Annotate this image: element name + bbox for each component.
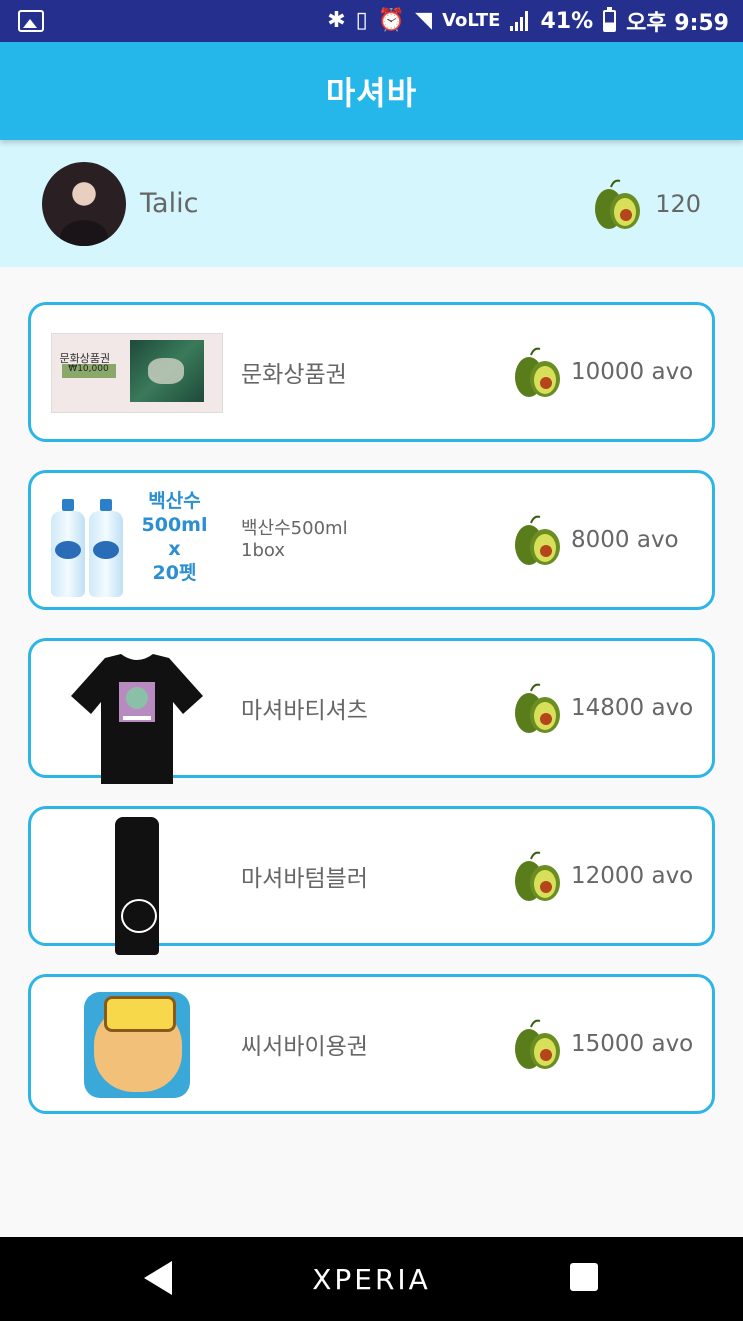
signal-icon bbox=[510, 11, 530, 31]
item-image-tumbler bbox=[49, 816, 224, 955]
shop-item[interactable]: 마셔바텀블러 12000 avo bbox=[28, 806, 715, 955]
shop-item[interactable]: 백산수 500ml x 20펫 백산수500ml 1box 8000 avo bbox=[28, 470, 715, 610]
avocado-icon bbox=[515, 515, 560, 565]
wifi-icon: ◥ bbox=[415, 8, 433, 33]
status-left bbox=[18, 10, 327, 32]
avocado-icon bbox=[515, 683, 560, 733]
item-list: 문화상품권 ₩10,000 문화상품권 10000 avo 백산수 500ml … bbox=[28, 302, 715, 1142]
bottle-image bbox=[50, 498, 85, 597]
clock: 오후 9:59 bbox=[626, 11, 729, 36]
shop-item[interactable]: 씨서바이용권 15000 avo bbox=[28, 974, 715, 1114]
points-value: 120 bbox=[655, 189, 701, 218]
water-thumb-text: 백산수 500ml x 20펫 bbox=[141, 489, 208, 584]
item-price: 14800 avo bbox=[571, 695, 694, 721]
shop-item[interactable]: 문화상품권 ₩10,000 문화상품권 10000 avo bbox=[28, 302, 715, 442]
user-name: Talic bbox=[140, 188, 199, 219]
item-name: 마셔바텀블러 bbox=[241, 866, 368, 892]
battery-icon bbox=[603, 7, 617, 32]
tumbler-image bbox=[114, 816, 159, 955]
item-image-character bbox=[49, 987, 224, 1102]
status-bar: ✱ ▯ ⏰ ◥ VoLTE 41% 오후 9:59 bbox=[0, 0, 743, 42]
status-right: ✱ ▯ ⏰ ◥ VoLTE 41% 오후 9:59 bbox=[327, 5, 729, 37]
item-image-gift-certificate: 문화상품권 ₩10,000 bbox=[49, 315, 224, 430]
recent-apps-icon[interactable] bbox=[570, 1263, 598, 1291]
bottle-image bbox=[88, 498, 123, 597]
item-name: 백산수500ml 1box bbox=[241, 518, 348, 561]
app-bar: 마셔바 bbox=[0, 42, 743, 140]
gift-certificate-artwork bbox=[129, 339, 204, 402]
avatar[interactable] bbox=[42, 161, 126, 246]
item-name: 문화상품권 bbox=[241, 362, 347, 388]
battery-percent: 41% bbox=[540, 8, 594, 34]
item-image-tshirt bbox=[49, 651, 224, 784]
profile-section: Talic 120 bbox=[0, 140, 743, 267]
item-image-water-bottles: 백산수 500ml x 20펫 bbox=[49, 483, 224, 598]
avocado-icon bbox=[515, 347, 560, 397]
navigation-bar: XPERIA bbox=[0, 1237, 743, 1321]
volte-icon: VoLTE bbox=[442, 10, 501, 31]
item-price: 8000 avo bbox=[571, 527, 679, 553]
avocado-icon bbox=[595, 179, 641, 229]
tshirt-image bbox=[70, 653, 203, 784]
brand-logo: XPERIA bbox=[312, 1263, 431, 1296]
item-price: 15000 avo bbox=[571, 1031, 694, 1057]
app-title: 마셔바 bbox=[325, 74, 418, 112]
avocado-icon bbox=[515, 851, 560, 901]
avocado-icon bbox=[515, 1019, 560, 1069]
bluetooth-icon: ✱ bbox=[327, 8, 346, 33]
gift-certificate-amount: ₩10,000 bbox=[61, 363, 116, 378]
item-name: 씨서바이용권 bbox=[241, 1034, 368, 1060]
gallery-icon bbox=[18, 10, 44, 32]
shop-item[interactable]: 마셔바티셔츠 14800 avo bbox=[28, 638, 715, 784]
alarm-icon: ⏰ bbox=[377, 8, 406, 33]
item-name: 마셔바티셔츠 bbox=[241, 698, 368, 724]
vibrate-icon: ▯ bbox=[355, 8, 368, 33]
character-icon bbox=[83, 991, 190, 1098]
item-price: 12000 avo bbox=[571, 863, 694, 889]
item-price: 10000 avo bbox=[571, 359, 694, 385]
